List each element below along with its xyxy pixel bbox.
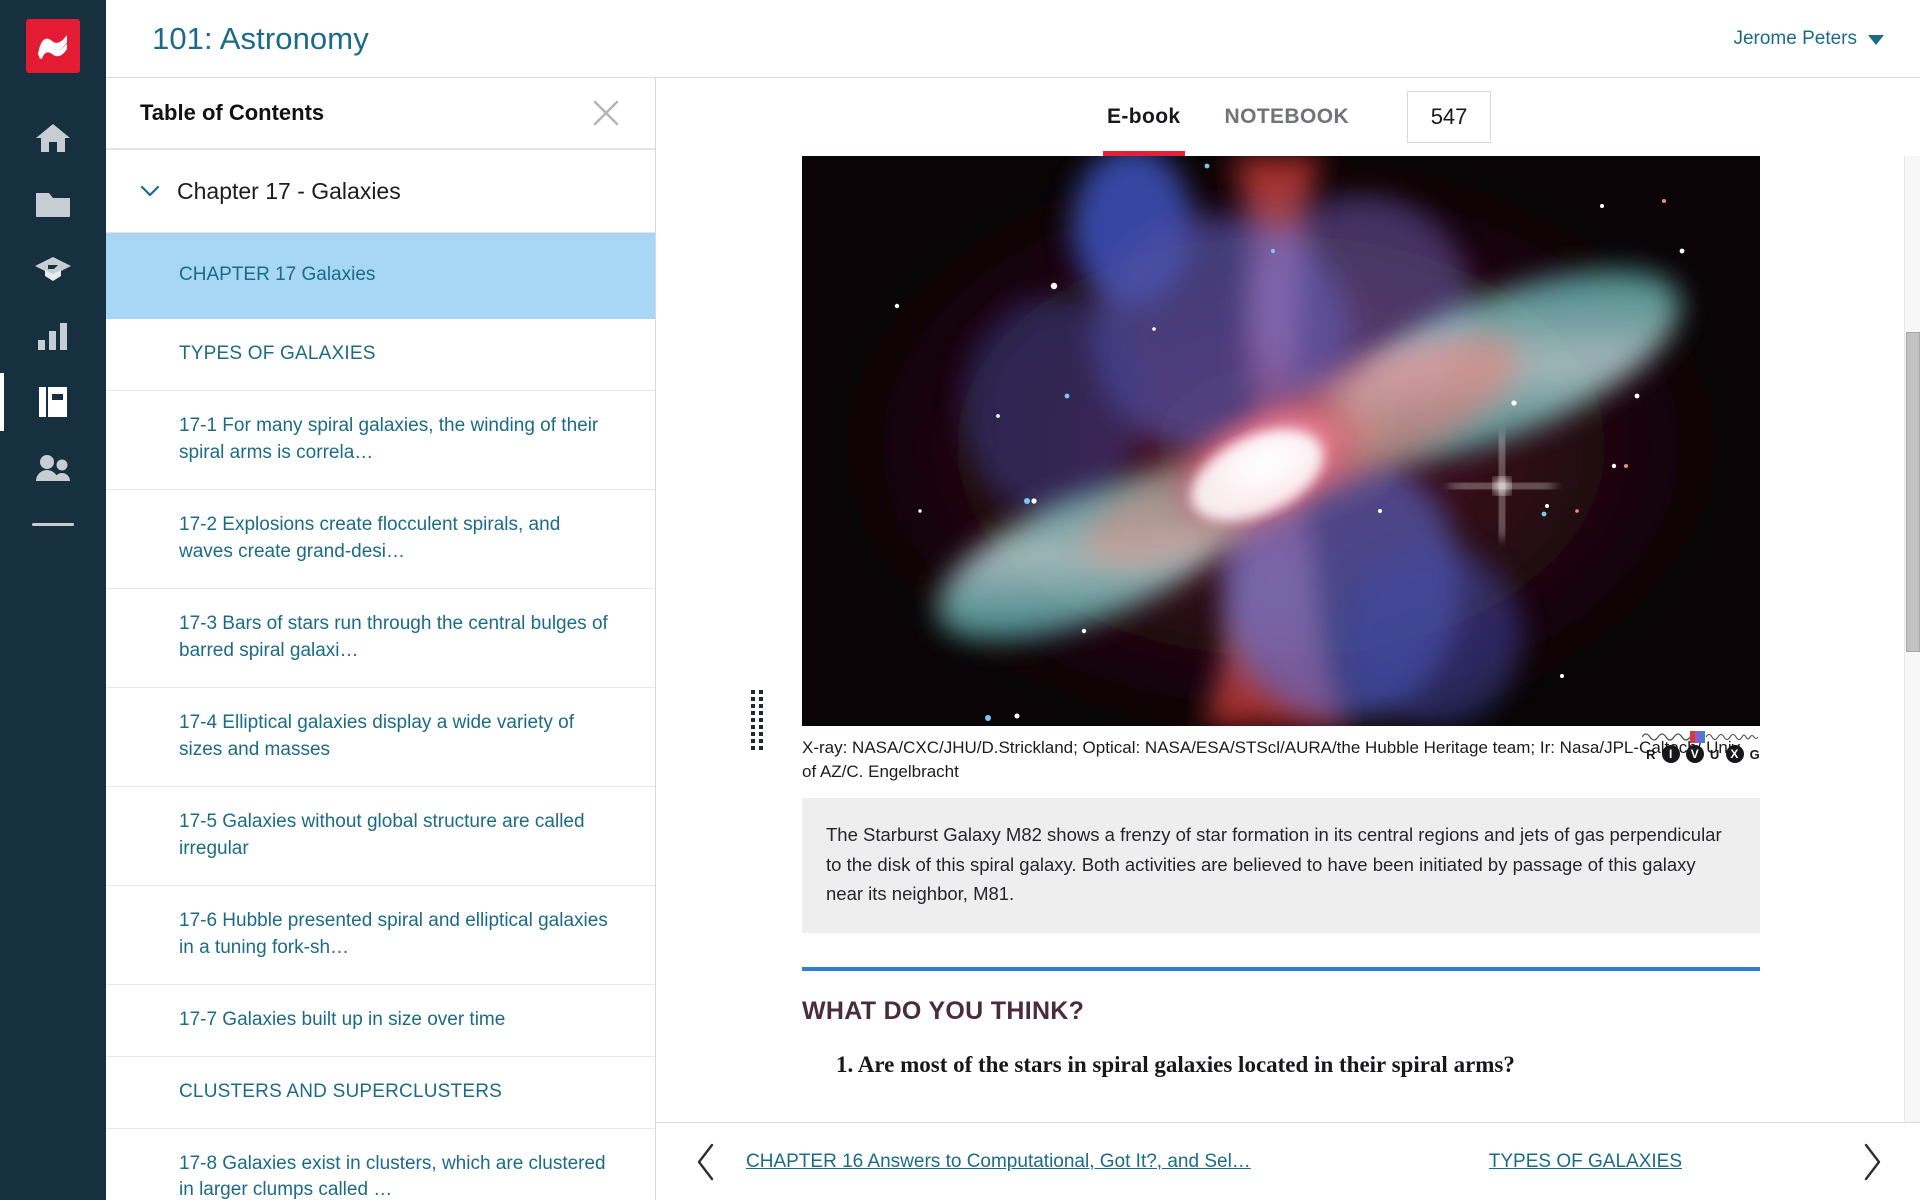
user-menu-button[interactable]: Jerome Peters xyxy=(1733,28,1884,50)
reader-tabbar: E-book NOTEBOOK 547 xyxy=(656,78,1920,156)
handle-dot xyxy=(759,725,763,729)
people-icon xyxy=(33,454,73,482)
chevron-right-icon xyxy=(1864,1143,1881,1180)
figure-caption: The Starburst Galaxy M82 shows a frenzy … xyxy=(802,798,1760,934)
table-of-contents-panel: Table of Contents Chapter 17 - Galaxies … xyxy=(106,78,656,1200)
toc-chapter-header[interactable]: Chapter 17 - Galaxies xyxy=(106,150,655,233)
spectrum-wave-icon xyxy=(1642,731,1759,743)
tab-ebook[interactable]: E-book xyxy=(1085,78,1203,156)
handle-dot xyxy=(759,746,763,750)
home-icon xyxy=(35,122,71,154)
handle-dot xyxy=(759,697,763,701)
toc-item-0[interactable]: CHAPTER 17 Galaxies xyxy=(106,233,655,319)
handle-dot xyxy=(759,739,763,743)
primary-nav-rail xyxy=(0,0,106,1200)
toc-item-6[interactable]: 17-5 Galaxies without global structure a… xyxy=(106,787,655,886)
document-content: R I V U X G X-ray: NASA/CXC/JHU/D.Strick… xyxy=(656,156,1920,1078)
section-divider xyxy=(802,967,1760,972)
handle-dot xyxy=(751,704,755,708)
spectrum-letter-r: R xyxy=(1646,746,1656,762)
toc-item-1[interactable]: TYPES OF GALAXIES xyxy=(106,319,655,391)
rail-item-list xyxy=(0,105,106,501)
tab-notebook[interactable]: NOTEBOOK xyxy=(1203,78,1372,156)
galaxy-m82-image xyxy=(802,156,1760,726)
toc-item-10[interactable]: 17-8 Galaxies exist in clusters, which a… xyxy=(106,1129,655,1200)
main-column: 101: Astronomy Jerome Peters Table of Co… xyxy=(106,0,1920,1200)
handle-dot xyxy=(759,690,763,694)
toc-chapter-label: Chapter 17 - Galaxies xyxy=(177,178,401,204)
figure-credit: X-ray: NASA/CXC/JHU/D.Strickland; Optica… xyxy=(802,738,1744,782)
sidebar-item-ebook[interactable] xyxy=(0,369,106,435)
handle-dot xyxy=(759,732,763,736)
chevron-down-icon xyxy=(140,185,160,198)
toc-header: Table of Contents xyxy=(106,78,655,150)
handle-dot xyxy=(759,718,763,722)
rail-divider xyxy=(32,523,74,526)
handle-dot xyxy=(751,739,755,743)
reader-pane: E-book NOTEBOOK 547 R I V U X G X-ray: N… xyxy=(656,78,1920,1200)
toc-item-4[interactable]: 17-3 Bars of stars run through the centr… xyxy=(106,589,655,688)
spectrum-letter-x: X xyxy=(1725,745,1744,763)
bar-chart-icon xyxy=(36,321,70,351)
document-scrollbar[interactable] xyxy=(1904,156,1920,1122)
toc-scroll-area[interactable]: Chapter 17 - Galaxies CHAPTER 17 Galaxie… xyxy=(106,150,655,1200)
toc-item-3[interactable]: 17-2 Explosions create flocculent spiral… xyxy=(106,490,655,589)
next-page-button[interactable] xyxy=(1850,1140,1894,1184)
handle-dot xyxy=(751,697,755,701)
prev-link-wrap: CHAPTER 16 Answers to Computational, Got… xyxy=(746,1151,1251,1173)
handle-dot xyxy=(751,746,755,750)
spectrum-letter-u: U xyxy=(1709,746,1720,762)
page-title: 101: Astronomy xyxy=(152,20,369,56)
chevron-down-icon xyxy=(1868,35,1884,45)
document-scroll-area[interactable]: R I V U X G X-ray: NASA/CXC/JHU/D.Strick… xyxy=(656,156,1920,1122)
handle-dot xyxy=(751,711,755,715)
app-header: 101: Astronomy Jerome Peters xyxy=(106,0,1920,78)
handle-dot xyxy=(759,711,763,715)
reader-bottom-nav: CHAPTER 16 Answers to Computational, Got… xyxy=(656,1122,1920,1200)
toc-item-9[interactable]: CLUSTERS AND SUPERCLUSTERS xyxy=(106,1057,655,1129)
toc-title: Table of Contents xyxy=(140,100,325,125)
toc-item-2[interactable]: 17-1 For many spiral galaxies, the windi… xyxy=(106,391,655,490)
sidebar-item-gradebook[interactable] xyxy=(0,237,106,303)
spectrum-letter-v: V xyxy=(1685,745,1704,763)
question-item-1: 1. Are most of the stars in spiral galax… xyxy=(836,1052,1515,1078)
sidebar-item-class[interactable] xyxy=(0,435,106,501)
scrollbar-thumb[interactable] xyxy=(1906,332,1920,652)
spectrum-letter-g: G xyxy=(1749,746,1760,762)
handle-dot xyxy=(751,732,755,736)
spectrum-letters: R I V U X G xyxy=(1646,745,1760,763)
handle-dot xyxy=(759,704,763,708)
sidebar-item-resources[interactable] xyxy=(0,171,106,237)
user-name-label: Jerome Peters xyxy=(1733,27,1857,49)
what-do-you-think-heading: WHAT DO YOU THINK? xyxy=(802,997,1085,1026)
handle-dot xyxy=(751,725,755,729)
content-split: Table of Contents Chapter 17 - Galaxies … xyxy=(106,78,1920,1200)
application-window: 101: Astronomy Jerome Peters Table of Co… xyxy=(0,0,1920,1200)
graduation-cap-icon xyxy=(34,255,72,285)
handle-dot xyxy=(751,690,755,694)
panel-resize-handle[interactable] xyxy=(749,690,765,750)
toc-item-7[interactable]: 17-6 Hubble presented spiral and ellipti… xyxy=(106,886,655,985)
toc-item-5[interactable]: 17-4 Elliptical galaxies display a wide … xyxy=(106,688,655,787)
macmillan-logo-icon[interactable] xyxy=(26,19,80,73)
toc-item-8[interactable]: 17-7 Galaxies built up in size over time xyxy=(106,985,655,1057)
prev-section-link[interactable]: CHAPTER 16 Answers to Computational, Got… xyxy=(746,1151,1251,1172)
close-icon[interactable] xyxy=(591,98,621,128)
spectrum-letter-i: I xyxy=(1661,745,1680,763)
spectrum-badge: R I V U X G xyxy=(1642,730,1760,763)
next-link-wrap: TYPES OF GALAXIES xyxy=(1251,1151,1850,1173)
prev-page-button[interactable] xyxy=(684,1140,728,1184)
page-number-input[interactable]: 547 xyxy=(1407,91,1492,143)
handle-dot xyxy=(751,718,755,722)
book-icon xyxy=(37,385,69,419)
sidebar-item-home[interactable] xyxy=(0,105,106,171)
figure-block: R I V U X G xyxy=(802,156,1760,763)
sidebar-item-reports[interactable] xyxy=(0,303,106,369)
folder-icon xyxy=(35,189,71,219)
chevron-left-icon xyxy=(697,1143,714,1180)
next-section-link[interactable]: TYPES OF GALAXIES xyxy=(1489,1151,1682,1173)
